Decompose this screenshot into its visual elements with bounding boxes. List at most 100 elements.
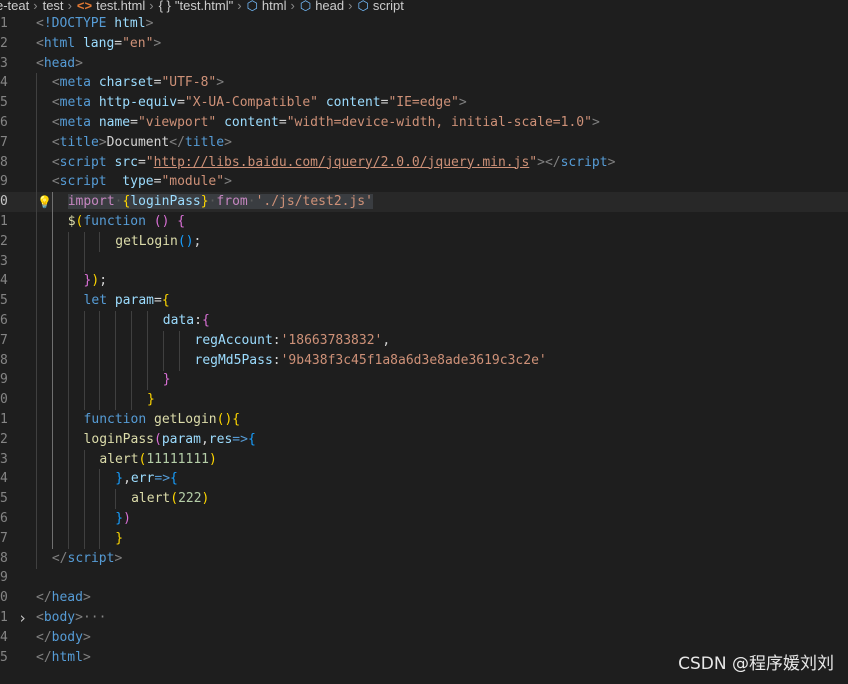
code-content: import·{loginPass}·from·'./js/test2.js' <box>67 192 373 212</box>
code-line[interactable]: 7 <title>Document</title> <box>0 132 848 153</box>
code-token: import <box>67 194 115 210</box>
breadcrumb-label: "test.html" <box>174 0 234 13</box>
indent-guide <box>36 132 37 153</box>
code-line[interactable]: 3 <head> <box>0 54 848 74</box>
indent-guide <box>67 489 69 510</box>
breadcrumb-item[interactable]: ⬡ head <box>300 0 344 12</box>
code-token: > <box>153 35 162 51</box>
indent-guide <box>67 291 69 312</box>
code-line[interactable]: 1 <!DOCTYPE html> <box>0 14 848 34</box>
code-line[interactable]: 2 loginPass(param,res=>{ <box>0 429 848 450</box>
code-line[interactable]: 6 <meta name="viewport" content="width=de… <box>0 113 848 133</box>
line-number: 4 <box>0 629 8 645</box>
code-line[interactable]: 9 <script type="module"> <box>0 172 848 193</box>
code-token: getLogin <box>115 233 178 249</box>
code-content: <meta http-equiv="X-UA-Compatible" conte… <box>52 93 467 113</box>
line-number: 6 <box>0 313 8 328</box>
code-token: getLogin <box>154 412 217 427</box>
code-line[interactable]: 2 <html lang="en"> <box>0 34 848 54</box>
code-line[interactable]: 0} <box>0 390 848 411</box>
code-line[interactable]: 9 <box>0 568 848 588</box>
code-token: lang <box>82 35 115 51</box>
code-line[interactable]: 1 › <body>··· <box>0 608 848 628</box>
breadcrumb-item[interactable]: { } "test.html" <box>159 0 234 13</box>
code-token: > <box>224 174 232 190</box>
code-line[interactable]: 5 alert(222) <box>0 489 848 510</box>
indent-guide <box>36 390 37 411</box>
code-token: Document <box>106 134 170 150</box>
indent-guide <box>67 330 69 351</box>
indent-guide <box>83 390 85 411</box>
indent-guide <box>83 509 85 529</box>
code-line[interactable]: 6}) <box>0 509 848 529</box>
code-token: => <box>154 471 171 487</box>
indent-guide <box>83 251 85 272</box>
breadcrumb-item[interactable]: test <box>43 0 64 12</box>
code-token: ( <box>170 491 179 507</box>
code-line[interactable]: 4}); <box>0 271 848 292</box>
line-number: 1 <box>0 412 8 427</box>
code-line[interactable]: 4 <meta charset="UTF-8"> <box>0 73 848 94</box>
fold-chevron-icon[interactable]: › <box>18 608 27 628</box>
line-number: 5 <box>0 491 8 507</box>
chevron-right-icon: › <box>149 0 154 13</box>
indent-guide <box>83 528 85 549</box>
code-line[interactable]: 5 let param={ <box>0 291 848 312</box>
code-token: meta <box>59 115 91 130</box>
code-line[interactable]: 0 </head> <box>0 588 848 608</box>
indent-guide <box>36 311 37 331</box>
code-line[interactable]: 3 alert(11111111) <box>0 449 848 470</box>
breadcrumb-item[interactable]: ⬡ script <box>357 0 403 12</box>
code-line[interactable]: 4},err=>{ <box>0 469 848 490</box>
code-token: } <box>115 511 124 526</box>
code-line[interactable]: 5 <meta http-equiv="X-UA-Compatible" cont… <box>0 93 848 114</box>
code-token: > <box>82 649 91 665</box>
code-line[interactable]: 8 </script> <box>0 548 848 569</box>
code-line[interactable]: 3 <box>0 251 848 272</box>
code-token: > <box>82 629 91 645</box>
indent-guide <box>131 311 133 331</box>
code-token: } <box>115 471 124 487</box>
lightbulb-icon[interactable]: 💡 <box>37 192 52 212</box>
code-line[interactable]: 8 <script src="http://libs.baidu.com/jque… <box>0 152 848 173</box>
code-token: '9b438f3c45f1a8a6d3e8ade3619c3c2e' <box>280 352 547 368</box>
code-line[interactable]: 1 $(function () { <box>0 212 848 232</box>
indent-guide <box>162 350 164 371</box>
code-token: > <box>82 590 91 606</box>
code-line[interactable]: 2 getLogin(); <box>0 231 848 252</box>
breadcrumb-item[interactable]: e-teat <box>0 0 29 12</box>
indent-guide <box>51 429 53 450</box>
indent-guide <box>67 429 69 450</box>
code-line[interactable]: 6 data:{ <box>0 311 848 331</box>
indent-guide <box>36 73 37 94</box>
code-line[interactable]: 7 regAccount:'18663783832', <box>0 330 848 351</box>
breadcrumb-item[interactable]: ⬡ html <box>247 0 287 12</box>
code-token: content <box>325 95 381 111</box>
code-token: = <box>130 115 138 130</box>
code-token[interactable]: ··· <box>83 610 106 625</box>
indent-guide <box>67 449 69 470</box>
code-content: }) <box>115 509 131 529</box>
indent-guide <box>51 192 53 213</box>
indent-guide <box>99 489 101 510</box>
code-line[interactable]: 9} <box>0 370 848 391</box>
code-line[interactable]: 0 💡 import·{loginPass}·from·'./js/test2.js… <box>0 192 848 213</box>
indent-guide <box>51 390 53 411</box>
line-number: 4 <box>0 273 8 289</box>
indent-guide <box>115 370 117 391</box>
indent-guide <box>99 469 101 490</box>
indent-guide <box>115 390 117 411</box>
code-line[interactable]: 8 regMd5Pass:'9b438f3c45f1a8a6d3e8ade3619… <box>0 350 848 371</box>
indent-guide <box>36 113 37 133</box>
line-number: 5 <box>0 293 8 309</box>
code-line[interactable]: 1 function getLogin(){ <box>0 410 848 430</box>
indent-guide <box>131 370 133 391</box>
code-token: type <box>122 174 154 190</box>
indent-guide <box>51 528 53 549</box>
breadcrumb-item[interactable]: <> test.html <box>77 0 145 12</box>
code-line[interactable]: 7} <box>0 528 848 549</box>
code-line[interactable]: 4 </body> <box>0 628 848 648</box>
